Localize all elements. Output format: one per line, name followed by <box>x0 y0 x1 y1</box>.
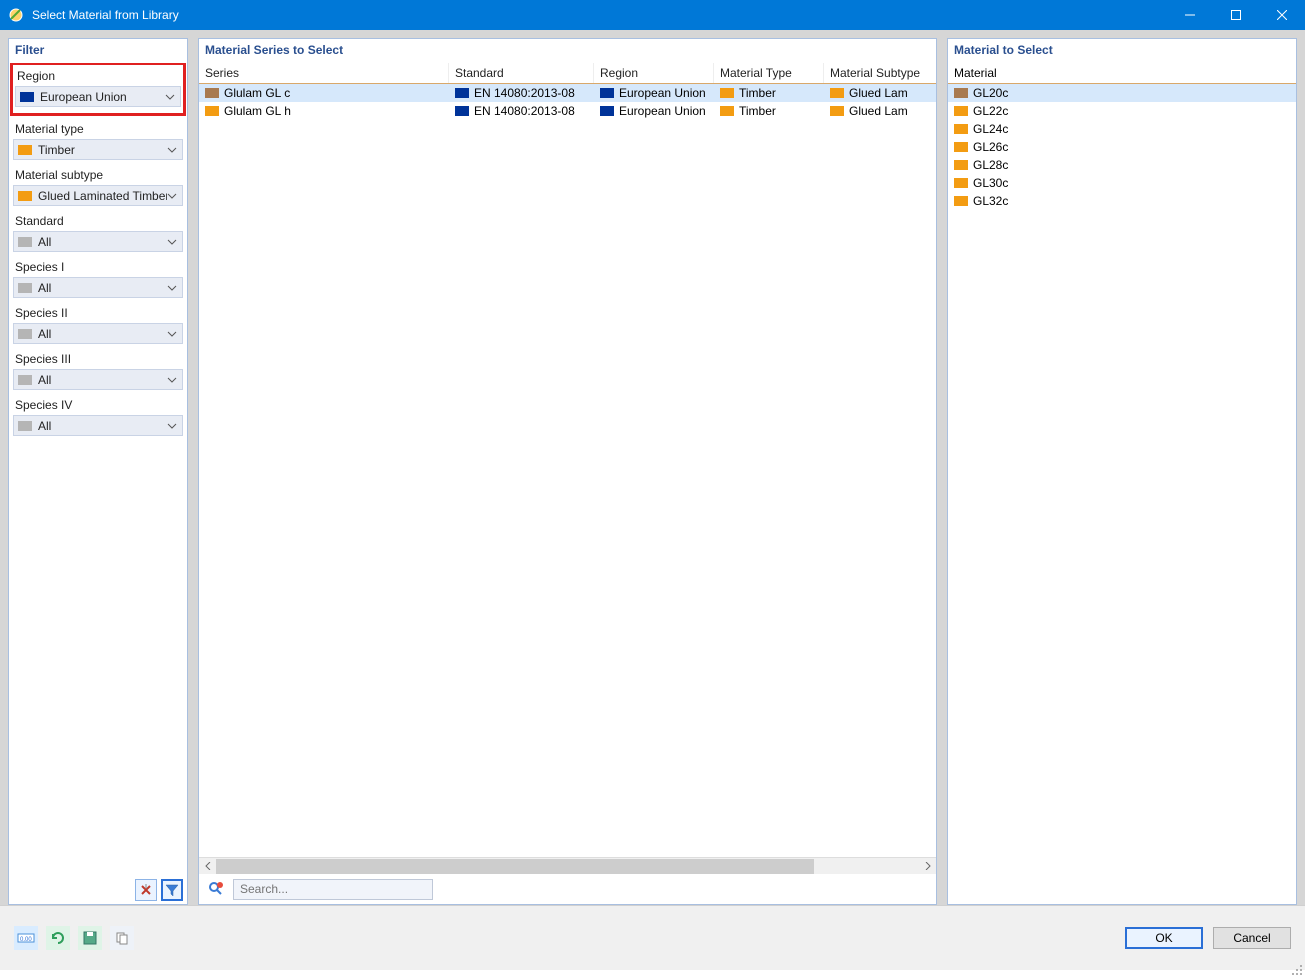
series-table-header: Series Standard Region Material Type Mat… <box>199 63 936 84</box>
material-row[interactable]: GL32c <box>948 192 1296 210</box>
filter-species1-combo[interactable]: All <box>13 277 183 298</box>
swatch-icon <box>18 237 32 247</box>
series-panel-header: Material Series to Select <box>199 39 936 63</box>
filter-species3-group: Species III All <box>13 352 183 390</box>
series-row[interactable]: Glulam GL hEN 14080:2013-08European Unio… <box>199 102 936 120</box>
material-row[interactable]: GL20c <box>948 84 1296 102</box>
swatch-icon <box>954 160 968 170</box>
eu-flag-icon <box>455 88 469 98</box>
copy-button[interactable] <box>110 926 134 950</box>
swatch-icon <box>830 106 844 116</box>
apply-filter-button[interactable] <box>161 879 183 901</box>
filter-standard-group: Standard All <box>13 214 183 252</box>
filter-panel-header: Filter <box>9 39 187 63</box>
series-panel: Material Series to Select Series Standar… <box>198 38 937 905</box>
minimize-button[interactable] <box>1167 0 1213 30</box>
swatch-icon <box>954 178 968 188</box>
chevron-down-icon <box>165 91 177 103</box>
swatch-icon <box>720 106 734 116</box>
swatch-icon <box>954 88 968 98</box>
eu-flag-icon <box>600 88 614 98</box>
filter-species4-group: Species IV All <box>13 398 183 436</box>
app-icon <box>8 7 24 23</box>
search-input[interactable] <box>233 879 433 900</box>
chevron-down-icon <box>167 144 179 156</box>
scroll-thumb[interactable] <box>216 859 814 874</box>
series-table: Series Standard Region Material Type Mat… <box>199 63 936 120</box>
filter-tools <box>9 876 187 904</box>
scroll-left-icon[interactable] <box>199 858 216 875</box>
chevron-down-icon <box>167 190 179 202</box>
swatch-icon <box>830 88 844 98</box>
maximize-button[interactable] <box>1213 0 1259 30</box>
col-series[interactable]: Series <box>199 63 449 83</box>
filter-panel: Filter Region European Union Material ty… <box>8 38 188 905</box>
resize-grip-icon[interactable] <box>1291 964 1303 976</box>
material-row[interactable]: GL22c <box>948 102 1296 120</box>
eu-flag-icon <box>600 106 614 116</box>
clear-filter-button[interactable] <box>135 879 157 901</box>
material-panel-header: Material to Select <box>948 39 1296 63</box>
swatch-icon <box>954 106 968 116</box>
col-material-type[interactable]: Material Type <box>714 63 824 83</box>
swatch-icon <box>18 283 32 293</box>
window-title: Select Material from Library <box>32 8 1167 22</box>
material-column-header[interactable]: Material <box>948 63 1296 84</box>
ok-button[interactable]: OK <box>1125 927 1203 949</box>
material-panel: Material to Select Material GL20cGL22cGL… <box>947 38 1297 905</box>
filter-standard-combo[interactable]: All <box>13 231 183 252</box>
filter-species2-group: Species II All <box>13 306 183 344</box>
filter-species2-combo[interactable]: All <box>13 323 183 344</box>
chevron-down-icon <box>167 236 179 248</box>
swatch-icon <box>720 88 734 98</box>
material-row[interactable]: GL28c <box>948 156 1296 174</box>
filter-region-group: Region European Union <box>10 63 186 116</box>
close-button[interactable] <box>1259 0 1305 30</box>
swatch-icon <box>954 196 968 206</box>
filter-species4-combo[interactable]: All <box>13 415 183 436</box>
filter-region-label: Region <box>15 69 181 83</box>
swatch-icon <box>18 375 32 385</box>
col-region[interactable]: Region <box>594 63 714 83</box>
col-material-subtype[interactable]: Material Subtype <box>824 63 936 83</box>
filter-material-subtype-combo[interactable]: Glued Laminated Timber <box>13 185 183 206</box>
timber-swatch-icon <box>18 145 32 155</box>
series-row[interactable]: Glulam GL cEN 14080:2013-08European Unio… <box>199 84 936 102</box>
col-standard[interactable]: Standard <box>449 63 594 83</box>
refresh-button[interactable] <box>46 926 70 950</box>
filter-species3-combo[interactable]: All <box>13 369 183 390</box>
units-button[interactable]: 0.00 <box>14 926 38 950</box>
titlebar: Select Material from Library <box>0 0 1305 30</box>
dialog-footer: 0.00 OK Cancel <box>0 905 1305 970</box>
filter-material-type-group: Material type Timber <box>13 122 183 160</box>
swatch-icon <box>18 191 32 201</box>
filter-region-combo[interactable]: European Union <box>15 86 181 107</box>
swatch-icon <box>954 142 968 152</box>
swatch-icon <box>18 329 32 339</box>
save-button[interactable] <box>78 926 102 950</box>
filter-material-type-combo[interactable]: Timber <box>13 139 183 160</box>
scroll-right-icon[interactable] <box>919 858 936 875</box>
cancel-button[interactable]: Cancel <box>1213 927 1291 949</box>
svg-text:0.00: 0.00 <box>20 937 32 943</box>
chevron-down-icon <box>167 282 179 294</box>
material-row[interactable]: GL30c <box>948 174 1296 192</box>
material-row[interactable]: GL26c <box>948 138 1296 156</box>
filter-species1-group: Species I All <box>13 260 183 298</box>
chevron-down-icon <box>167 328 179 340</box>
swatch-icon <box>18 421 32 431</box>
series-hscrollbar[interactable] <box>199 857 936 874</box>
swatch-icon <box>205 106 219 116</box>
search-icon-button[interactable] <box>205 878 227 900</box>
eu-flag-icon <box>20 92 34 102</box>
eu-flag-icon <box>455 106 469 116</box>
chevron-down-icon <box>167 374 179 386</box>
swatch-icon <box>205 88 219 98</box>
material-row[interactable]: GL24c <box>948 120 1296 138</box>
chevron-down-icon <box>167 420 179 432</box>
filter-material-subtype-group: Material subtype Glued Laminated Timber <box>13 168 183 206</box>
swatch-icon <box>954 124 968 134</box>
